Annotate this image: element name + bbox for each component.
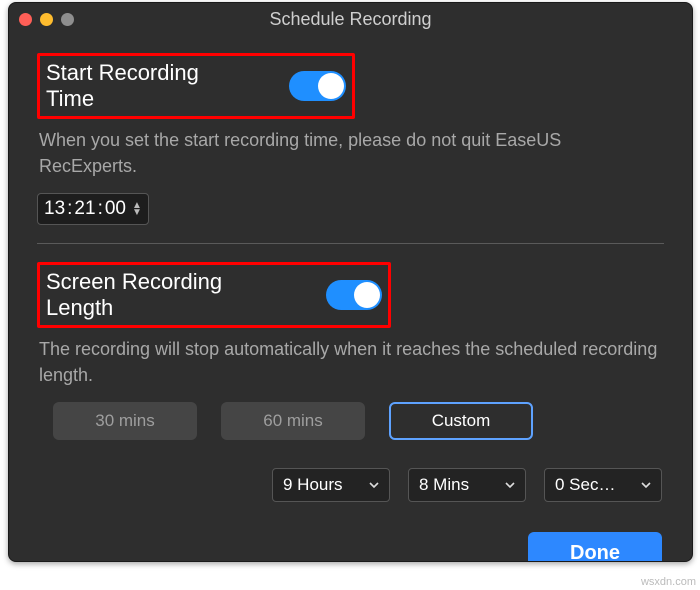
- preset-custom[interactable]: Custom: [389, 402, 533, 440]
- titlebar: Schedule Recording: [9, 3, 692, 35]
- length-header: Screen Recording Length: [37, 262, 391, 328]
- chevron-down-icon: [369, 480, 379, 490]
- done-button[interactable]: Done: [528, 532, 662, 562]
- time-sep: :: [67, 198, 72, 220]
- stepper-icon[interactable]: ▲▼: [132, 202, 142, 216]
- mins-select[interactable]: 8 Mins: [408, 468, 526, 502]
- time-sep: :: [98, 198, 103, 220]
- start-time-toggle[interactable]: [289, 71, 346, 101]
- length-presets: 30 mins 60 mins Custom: [53, 402, 664, 440]
- close-icon[interactable]: [19, 13, 32, 26]
- hours-select[interactable]: 9 Hours: [272, 468, 390, 502]
- watermark: wsxdn.com: [641, 576, 696, 588]
- start-time-minutes[interactable]: 21: [74, 198, 95, 220]
- mins-value: 8 Mins: [419, 475, 469, 495]
- chevron-down-icon: [641, 480, 651, 490]
- minimize-icon[interactable]: [40, 13, 53, 26]
- window-title: Schedule Recording: [9, 9, 692, 30]
- divider: [37, 243, 664, 244]
- length-desc: The recording will stop automatically wh…: [39, 336, 662, 388]
- length-title: Screen Recording Length: [46, 269, 288, 321]
- start-time-header: Start Recording Time: [37, 53, 355, 119]
- preset-30-mins[interactable]: 30 mins: [53, 402, 197, 440]
- custom-duration: 9 Hours 8 Mins 0 Sec…: [37, 468, 662, 502]
- start-time-title: Start Recording Time: [46, 60, 251, 112]
- start-time-input[interactable]: 13 : 21 : 00 ▲▼: [37, 193, 149, 225]
- footer: Done: [37, 532, 662, 562]
- hours-value: 9 Hours: [283, 475, 343, 495]
- window-controls: [19, 13, 74, 26]
- start-time-desc: When you set the start recording time, p…: [39, 127, 662, 179]
- chevron-down-icon: [505, 480, 515, 490]
- schedule-recording-window: Schedule Recording Start Recording Time …: [8, 2, 693, 562]
- maximize-icon[interactable]: [61, 13, 74, 26]
- start-time-hours[interactable]: 13: [44, 198, 65, 220]
- start-time-seconds[interactable]: 00: [105, 198, 126, 220]
- secs-select[interactable]: 0 Sec…: [544, 468, 662, 502]
- length-toggle[interactable]: [326, 280, 382, 310]
- preset-60-mins[interactable]: 60 mins: [221, 402, 365, 440]
- secs-value: 0 Sec…: [555, 475, 615, 495]
